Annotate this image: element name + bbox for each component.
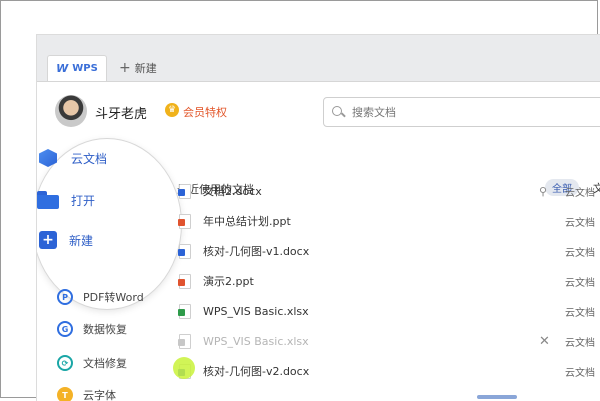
tool-pdf-to-word[interactable]: P PDF转Word: [57, 289, 144, 305]
nav-open-label: 打开: [71, 193, 96, 208]
doc-repair-icon: ⟳: [57, 355, 73, 371]
search-input[interactable]: [350, 104, 574, 120]
excel-file-icon: [178, 303, 191, 319]
table-row[interactable]: WPS_VIS Basic.xlsx ✕ 云文档: [178, 329, 600, 353]
doc-name: 核对-几何图-v1.docx: [203, 245, 310, 258]
nav-open[interactable]: 打开: [37, 191, 95, 209]
doc-name: 核对-几何图-v2.docx: [203, 365, 310, 378]
pin-icon[interactable]: ⚲: [539, 185, 547, 198]
ppt-file-icon: [178, 273, 191, 289]
nav-cloud-docs-label: 云文档: [71, 151, 108, 166]
tool-doc-repair-label: 文档修复: [83, 357, 127, 370]
excel-file-icon: [178, 333, 191, 349]
cloud-font-icon: T: [57, 387, 73, 401]
cursor-highlight: [173, 357, 195, 379]
doc-location: 云文档: [565, 367, 595, 379]
table-row[interactable]: 年中总结计划.ppt 云文档: [178, 209, 600, 233]
cloud-cube-icon: [37, 147, 59, 169]
tool-cloud-font[interactable]: T 云字体: [57, 387, 116, 401]
tab-wps-label: WPS: [72, 63, 98, 74]
tab-wps-home[interactable]: W WPS: [47, 55, 107, 81]
plus-icon: +: [119, 60, 131, 76]
tool-doc-repair[interactable]: ⟳ 文档修复: [57, 355, 127, 371]
folder-icon: [37, 191, 59, 209]
nav-new-label: 新建: [69, 233, 94, 248]
vip-crown-icon: ♛: [165, 103, 179, 117]
doc-location: 云文档: [565, 307, 595, 319]
tab-new[interactable]: + 新建: [119, 55, 157, 81]
doc-location: 云文档: [565, 337, 595, 349]
table-row[interactable]: WPS_VIS Basic.xlsx 云文档: [178, 299, 600, 323]
tool-data-recovery[interactable]: G 数据恢复: [57, 321, 127, 337]
tool-pdf-to-word-label: PDF转Word: [83, 291, 144, 304]
nav-cloud-docs[interactable]: 云文档: [37, 147, 107, 169]
vip-badge-text[interactable]: 会员特权: [183, 104, 227, 120]
ppt-file-icon: [178, 213, 191, 229]
doc-location: 云文档: [565, 217, 595, 229]
doc-name: 演示2.ppt: [203, 275, 254, 288]
word-file-icon: [178, 183, 191, 199]
tab-new-label: 新建: [134, 62, 157, 75]
tool-cloud-font-label: 云字体: [83, 389, 116, 401]
data-recovery-icon: G: [57, 321, 73, 337]
table-row[interactable]: 核对-几何图-v2.docx 云文档: [178, 359, 600, 383]
table-row[interactable]: 文档2.docx ⚲ 云文档: [178, 179, 600, 203]
pdf-convert-icon: P: [57, 289, 73, 305]
avatar[interactable]: [55, 95, 87, 127]
doc-location: 云文档: [565, 247, 595, 259]
username[interactable]: 斗牙老虎: [95, 103, 147, 122]
word-file-icon: [178, 243, 191, 259]
plus-square-icon: +: [39, 231, 57, 249]
search-box[interactable]: [323, 97, 600, 127]
doc-location: 云文档: [565, 277, 595, 289]
scrollbar-thumb[interactable]: [477, 395, 517, 399]
wps-window: W WPS + 新建 斗牙老虎 ♛ 会员特权 云文档 打开 + 新建 P PDF…: [36, 34, 600, 401]
doc-location: 云文档: [565, 187, 595, 199]
table-row[interactable]: 核对-几何图-v1.docx 云文档: [178, 239, 600, 263]
doc-name: WPS_VIS Basic.xlsx: [203, 304, 309, 318]
table-row[interactable]: 演示2.ppt 云文档: [178, 269, 600, 293]
search-icon: [332, 106, 344, 118]
nav-new[interactable]: + 新建: [39, 231, 93, 249]
doc-name: 年中总结计划.ppt: [203, 215, 291, 228]
close-icon[interactable]: ✕: [539, 334, 550, 349]
wps-logo-icon: W: [56, 62, 69, 75]
tool-data-recovery-label: 数据恢复: [83, 323, 127, 336]
tab-bar: W WPS + 新建: [37, 35, 600, 82]
